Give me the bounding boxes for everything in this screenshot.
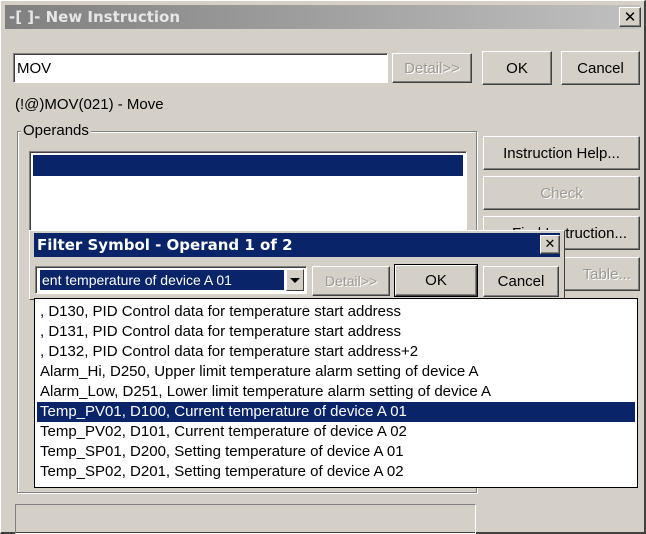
- filter-title-bar[interactable]: Filter Symbol - Operand 1 of 2: [34, 233, 560, 257]
- main-title-bar[interactable]: -[ ]- New Instruction: [5, 5, 640, 29]
- table-button[interactable]: Table...: [564, 257, 640, 291]
- instruction-description: (!@)MOV(021) - Move: [15, 96, 164, 113]
- list-item[interactable]: Temp_SP02, D201, Setting temperature of …: [37, 462, 635, 482]
- filter-close-button[interactable]: ✕: [540, 235, 560, 254]
- list-item[interactable]: Temp_PV02, D101, Current temperature of …: [37, 422, 635, 442]
- filter-symbol-dialog: Filter Symbol - Operand 1 of 2 ✕ ent tem…: [29, 230, 565, 300]
- table-label: Table...: [582, 265, 631, 283]
- list-item[interactable]: Alarm_Hi, D250, Upper limit temperature …: [37, 362, 635, 382]
- chevron-down-icon: [290, 277, 300, 283]
- symbol-dropdown-list[interactable]: , D130, PID Control data for temperature…: [34, 298, 638, 488]
- instruction-input[interactable]: MOV: [13, 53, 388, 83]
- filter-ok-button[interactable]: OK: [394, 264, 478, 297]
- symbol-filter-combo[interactable]: ent temperature of device A 01: [35, 266, 307, 294]
- list-item[interactable]: , D130, PID Control data for temperature…: [37, 302, 635, 322]
- check-button[interactable]: Check: [483, 176, 640, 210]
- list-item[interactable]: Temp_SP01, D200, Setting temperature of …: [37, 442, 635, 462]
- instruction-help-button[interactable]: Instruction Help...: [483, 136, 640, 170]
- list-item[interactable]: , D132, PID Control data for temperature…: [37, 342, 635, 362]
- list-item-selected[interactable]: Temp_PV01, D100, Current temperature of …: [37, 402, 635, 422]
- close-icon: ✕: [544, 237, 556, 252]
- list-item[interactable]: , D131, PID Control data for temperature…: [37, 322, 635, 342]
- list-item[interactable]: Alarm_Low, D251, Lower limit temperature…: [37, 382, 635, 402]
- main-close-button[interactable]: ✕: [619, 7, 641, 27]
- operands-label: Operands: [21, 122, 91, 139]
- filter-dialog-title: Filter Symbol - Operand 1 of 2: [37, 236, 293, 254]
- cancel-button[interactable]: Cancel: [561, 51, 640, 85]
- filter-detail-button[interactable]: Detail>>: [312, 266, 390, 296]
- filter-cancel-button[interactable]: Cancel: [483, 266, 559, 297]
- main-window-title: -[ ]- New Instruction: [9, 8, 181, 26]
- operand-row-selected[interactable]: [33, 155, 463, 176]
- status-box: [15, 504, 476, 534]
- ok-button[interactable]: OK: [482, 51, 552, 85]
- operand-list[interactable]: [29, 151, 467, 233]
- detail-button[interactable]: Detail>>: [392, 53, 472, 83]
- combo-dropdown-button[interactable]: [286, 269, 304, 291]
- close-icon: ✕: [623, 7, 637, 26]
- symbol-filter-value[interactable]: ent temperature of device A 01: [40, 270, 284, 290]
